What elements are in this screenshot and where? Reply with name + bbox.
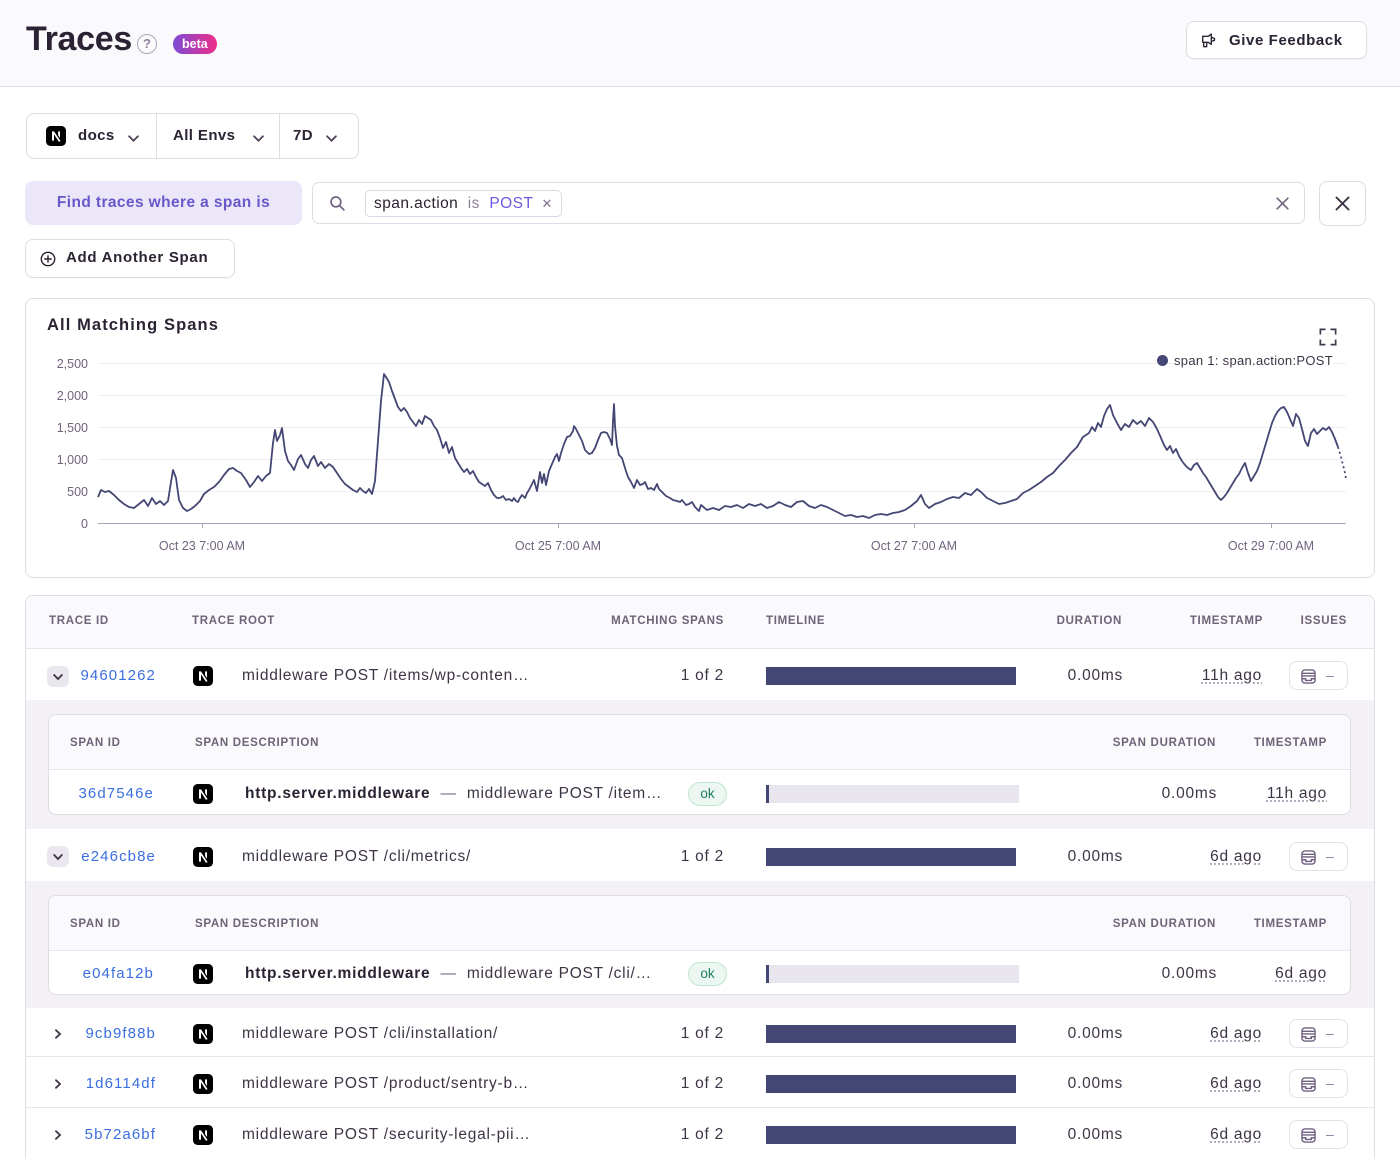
svg-text:1,500: 1,500 — [57, 421, 88, 435]
svg-text:Oct 27 7:00 AM: Oct 27 7:00 AM — [871, 539, 957, 553]
svg-text:0: 0 — [81, 517, 88, 531]
svg-text:Oct 25 7:00 AM: Oct 25 7:00 AM — [515, 539, 601, 553]
svg-text:Oct 23 7:00 AM: Oct 23 7:00 AM — [159, 539, 245, 553]
svg-text:500: 500 — [67, 485, 88, 499]
svg-text:Oct 29 7:00 AM: Oct 29 7:00 AM — [1228, 539, 1314, 553]
svg-text:2,500: 2,500 — [57, 357, 88, 371]
svg-text:1,000: 1,000 — [57, 453, 88, 467]
svg-text:2,000: 2,000 — [57, 389, 88, 403]
